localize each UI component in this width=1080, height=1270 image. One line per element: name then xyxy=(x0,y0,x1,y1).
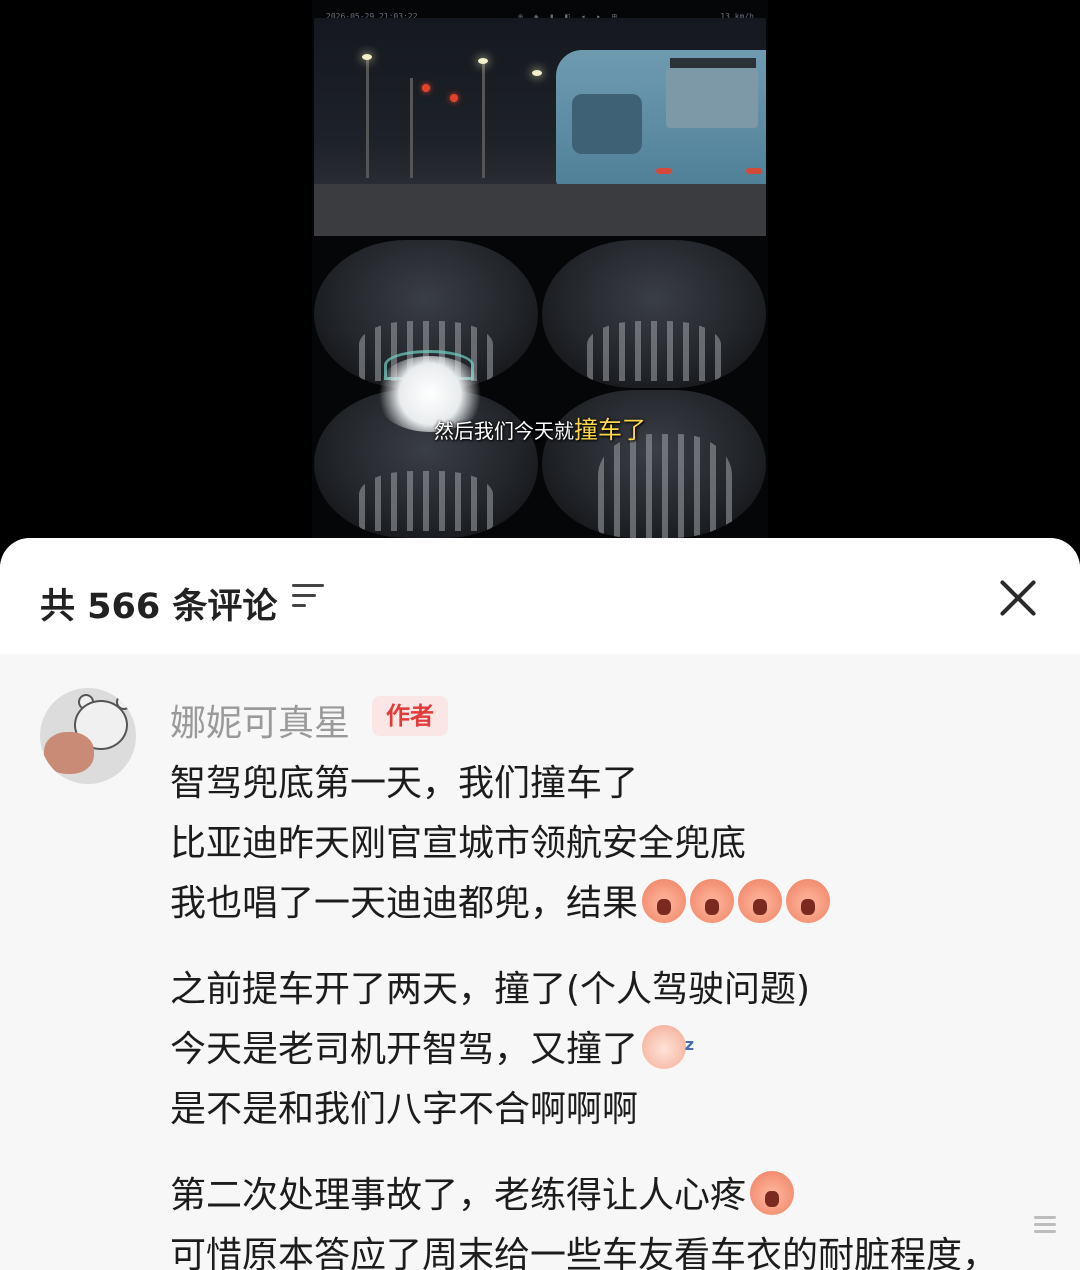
comments-header: 共 566 条评论 xyxy=(0,538,1080,654)
author-badge: 作者 xyxy=(372,696,448,736)
crying-emoji-icon xyxy=(738,879,783,923)
comments-sheet: 共 566 条评论 娜妮可真星 作者 智驾兜底第一天，我们撞车了 比亚迪昨天刚官… xyxy=(0,538,1080,1270)
front-camera-view xyxy=(314,18,766,236)
crying-emoji-icon xyxy=(786,879,831,923)
comment-line: 是不是和我们八字不合啊啊啊 xyxy=(170,1089,639,1130)
close-icon[interactable] xyxy=(996,576,1040,620)
sleepy-emoji-icon xyxy=(642,1015,694,1075)
crying-emoji-icon xyxy=(690,879,735,923)
comment-line: 第二次处理事故了，老练得让人心疼 xyxy=(170,1166,1050,1226)
comment-line: 比亚迪昨天刚官宣城市领航安全兜底 xyxy=(170,823,747,864)
comment-line-text: 第二次处理事故了，老练得让人心疼 xyxy=(170,1175,747,1216)
scroll-indicator-icon[interactable] xyxy=(1034,1216,1056,1240)
comment-line: 之前提车开了两天，撞了(个人驾驶问题) xyxy=(170,969,811,1010)
comment-line: 今天是老司机开智驾，又撞了 xyxy=(170,1015,1050,1080)
avatar[interactable] xyxy=(40,688,136,784)
bus-image xyxy=(556,50,766,188)
comment-line: 可惜原本答应了周末给一些车友看车衣的耐脏程度， xyxy=(170,1235,999,1270)
comment-text[interactable]: 智驾兜底第一天，我们撞车了 比亚迪昨天刚官宣城市领航安全兜底 我也唱了一天迪迪都… xyxy=(170,754,1050,1270)
sort-filter-icon[interactable] xyxy=(292,584,324,610)
subtitle-highlight: 撞车了 xyxy=(574,416,646,444)
crying-emoji-icon xyxy=(642,879,687,923)
video-player[interactable]: 2026-05-29 21:03:22 ⊕ ◈ ▮ ◧ ◂ ▸ ⊞ 13 km/… xyxy=(0,0,1080,560)
comment-username[interactable]: 娜妮可真星 xyxy=(170,694,350,746)
comment-line: 我也唱了一天迪迪都兜，结果 xyxy=(170,874,1050,934)
surround-camera-view: 然后我们今天就撞车了 xyxy=(314,238,766,538)
comment-count-title: 共 566 条评论 xyxy=(40,587,278,627)
crying-emoji-icon xyxy=(750,1171,795,1215)
comment-line: 智驾兜底第一天，我们撞车了 xyxy=(170,763,639,804)
subtitle-text: 然后我们今天就 xyxy=(434,419,574,443)
video-frame[interactable]: 2026-05-29 21:03:22 ⊕ ◈ ▮ ◧ ◂ ▸ ⊞ 13 km/… xyxy=(312,0,768,540)
comment-line-text: 我也唱了一天迪迪都兜，结果 xyxy=(170,883,639,924)
comment-line-text: 今天是老司机开智驾，又撞了 xyxy=(170,1029,639,1070)
video-subtitle: 然后我们今天就撞车了 xyxy=(314,410,766,445)
